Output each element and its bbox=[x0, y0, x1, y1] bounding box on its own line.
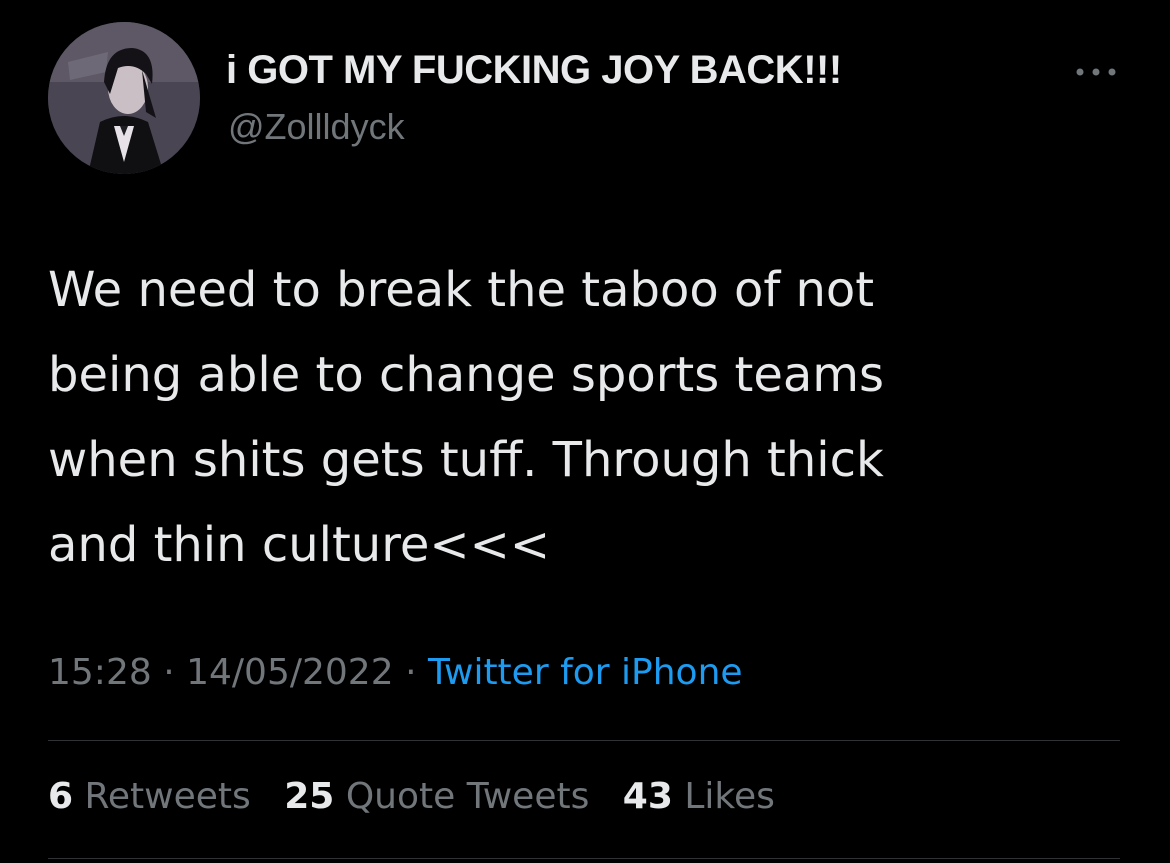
more-horizontal-icon[interactable] bbox=[1072, 62, 1120, 82]
meta-separator: · bbox=[405, 652, 417, 693]
display-name[interactable]: i GOT MY FUCKING JOY BACK!!! bbox=[226, 48, 842, 93]
tweet-detail: i GOT MY FUCKING JOY BACK!!! @Zollldyck … bbox=[0, 0, 1170, 863]
divider bbox=[48, 740, 1120, 741]
tweet-time[interactable]: 15:28 bbox=[48, 652, 152, 693]
retweets-count: 6 bbox=[48, 776, 74, 817]
retweets-stat[interactable]: 6 Retweets bbox=[48, 776, 251, 817]
divider bbox=[48, 858, 1120, 859]
tweet-text: We need to break the taboo of not being … bbox=[48, 262, 885, 573]
tweet-source-link[interactable]: Twitter for iPhone bbox=[428, 652, 743, 693]
quote-tweets-count: 25 bbox=[284, 776, 335, 817]
avatar-illustration bbox=[48, 22, 200, 174]
meta-separator: · bbox=[163, 652, 175, 693]
tweet-date[interactable]: 14/05/2022 bbox=[186, 652, 394, 693]
tweet-meta: 15:28 · 14/05/2022 · Twitter for iPhone bbox=[48, 652, 743, 693]
user-handle[interactable]: @Zollldyck bbox=[228, 106, 405, 148]
likes-stat[interactable]: 43 Likes bbox=[623, 776, 775, 817]
likes-label: Likes bbox=[684, 776, 775, 817]
likes-count: 43 bbox=[622, 776, 673, 817]
retweets-label: Retweets bbox=[84, 776, 251, 817]
avatar[interactable] bbox=[48, 22, 200, 174]
tweet-stats: 6 Retweets 25 Quote Tweets 43 Likes bbox=[48, 776, 797, 817]
quote-tweets-label: Quote Tweets bbox=[345, 776, 590, 817]
quote-tweets-stat[interactable]: 25 Quote Tweets bbox=[284, 776, 589, 817]
